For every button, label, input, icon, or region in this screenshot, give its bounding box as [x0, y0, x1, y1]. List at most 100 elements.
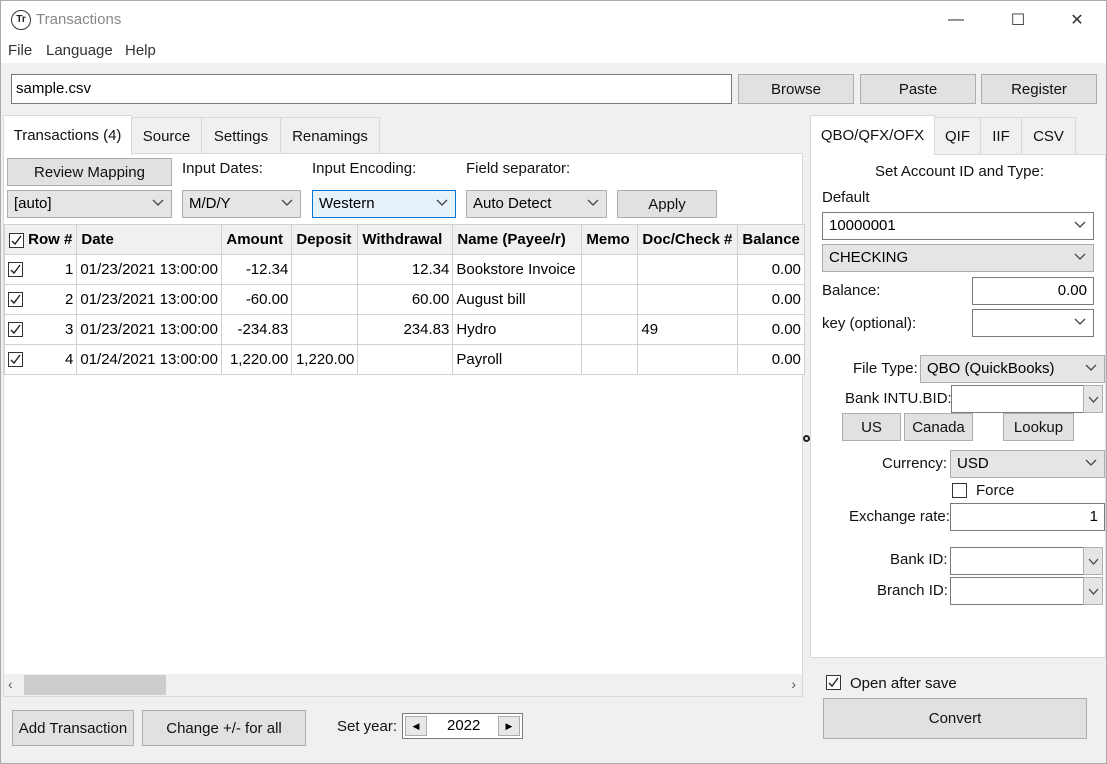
cell-withdrawal[interactable]: 60.00 [357, 284, 454, 315]
input-dates-select[interactable]: M/D/Y [182, 190, 301, 218]
year-value[interactable]: 2022 [447, 717, 480, 734]
year-spinner[interactable]: ◀ 2022 ▶ [402, 713, 523, 739]
tab-source[interactable]: Source [131, 117, 202, 155]
change-sign-button[interactable]: Change +/- for all [142, 710, 306, 746]
horizontal-scrollbar[interactable]: ‹ › [4, 674, 802, 696]
bank-intu-input[interactable] [951, 385, 1084, 413]
tab-qif[interactable]: QIF [934, 117, 981, 155]
bank-id-dropdown-button[interactable] [1083, 547, 1103, 575]
paste-button[interactable]: Paste [860, 74, 976, 104]
table-row[interactable]: 4 01/24/2021 13:00:00 1,220.00 1,220.00 Payr… [3, 344, 805, 375]
add-transaction-button[interactable]: Add Transaction [12, 710, 134, 746]
us-button[interactable]: US [842, 413, 901, 441]
cell-amount[interactable]: -234.83 [221, 314, 293, 345]
input-encoding-select[interactable]: Western [312, 190, 456, 218]
menu-language[interactable]: Language [46, 42, 113, 59]
select-all-checkbox[interactable] [9, 232, 24, 248]
bank-id-input[interactable] [950, 547, 1084, 575]
cell-name[interactable]: August bill [452, 284, 583, 315]
bank-intu-dropdown-button[interactable] [1083, 385, 1103, 413]
register-button[interactable]: Register [981, 74, 1097, 104]
cell-doc-check[interactable] [637, 284, 739, 315]
column-header-balance[interactable]: Balance [737, 224, 805, 255]
cell-deposit[interactable] [291, 284, 359, 315]
cell-withdrawal[interactable]: 12.34 [357, 254, 454, 285]
branch-id-dropdown-button[interactable] [1083, 577, 1103, 605]
review-mapping-button[interactable]: Review Mapping [7, 158, 172, 186]
field-separator-select[interactable]: Auto Detect [466, 190, 607, 218]
scroll-right-icon[interactable]: › [791, 676, 796, 692]
maximize-button[interactable]: ☐ [995, 5, 1041, 35]
cell-deposit[interactable]: 1,220.00 [291, 344, 359, 375]
account-type-select[interactable]: CHECKING [822, 244, 1094, 272]
balance-input[interactable]: 0.00 [972, 277, 1094, 305]
currency-select[interactable]: USD [950, 450, 1105, 478]
cell-balance[interactable]: 0.00 [737, 344, 805, 375]
menu-file[interactable]: File [8, 42, 32, 59]
year-increment-button[interactable]: ▶ [498, 716, 520, 736]
cell-amount[interactable]: -12.34 [221, 254, 293, 285]
cell-amount[interactable]: -60.00 [221, 284, 293, 315]
scrollbar-thumb[interactable] [24, 675, 166, 695]
file-path-input[interactable]: sample.csv [11, 74, 732, 104]
year-decrement-button[interactable]: ◀ [405, 716, 427, 736]
cell-balance[interactable]: 0.00 [737, 284, 805, 315]
cell-date[interactable]: 01/24/2021 13:00:00 [76, 344, 223, 375]
tab-transactions[interactable]: Transactions (4) [3, 115, 132, 155]
cell-row-number[interactable]: 2 [3, 284, 78, 315]
table-row[interactable]: 2 01/23/2021 13:00:00 -60.00 60.00 August bi… [3, 284, 805, 315]
table-row[interactable]: 3 01/23/2021 13:00:00 -234.83 234.83 Hydro 49… [3, 314, 805, 345]
scroll-left-icon[interactable]: ‹ [8, 676, 13, 692]
minimize-button[interactable]: — [933, 5, 979, 35]
cell-row-number[interactable]: 3 [3, 314, 78, 345]
tab-csv[interactable]: CSV [1021, 117, 1076, 155]
mapping-select[interactable]: [auto] [7, 190, 172, 218]
cell-memo[interactable] [581, 284, 639, 315]
cell-balance[interactable]: 0.00 [737, 254, 805, 285]
splitter-handle[interactable] [803, 435, 810, 442]
lookup-button[interactable]: Lookup [1003, 413, 1074, 441]
column-header-row-number[interactable]: Row # [3, 224, 78, 255]
tab-renamings[interactable]: Renamings [280, 117, 380, 155]
row-checkbox[interactable] [8, 352, 23, 367]
cell-memo[interactable] [581, 254, 639, 285]
cell-name[interactable]: Payroll [452, 344, 583, 375]
cell-withdrawal[interactable]: 234.83 [357, 314, 454, 345]
canada-button[interactable]: Canada [904, 413, 973, 441]
column-header-date[interactable]: Date [76, 224, 223, 255]
menu-help[interactable]: Help [125, 42, 156, 59]
apply-button[interactable]: Apply [617, 190, 717, 218]
force-checkbox[interactable] [952, 483, 967, 498]
row-checkbox[interactable] [8, 322, 23, 337]
browse-button[interactable]: Browse [738, 74, 854, 104]
file-type-select[interactable]: QBO (QuickBooks) [920, 355, 1105, 383]
branch-id-input[interactable] [950, 577, 1084, 605]
open-after-save-checkbox[interactable] [826, 675, 841, 690]
column-header-doc-check[interactable]: Doc/Check # [637, 224, 739, 255]
row-checkbox[interactable] [8, 292, 23, 307]
cell-amount[interactable]: 1,220.00 [221, 344, 293, 375]
cell-deposit[interactable] [291, 314, 359, 345]
tab-qbo-qfx-ofx[interactable]: QBO/QFX/OFX [810, 115, 935, 155]
cell-doc-check[interactable]: 49 [637, 314, 739, 345]
cell-row-number[interactable]: 4 [3, 344, 78, 375]
exchange-rate-input[interactable]: 1 [950, 503, 1105, 531]
account-id-select[interactable]: 10000001 [822, 212, 1094, 240]
column-header-memo[interactable]: Memo [581, 224, 639, 255]
cell-doc-check[interactable] [637, 254, 739, 285]
column-header-deposit[interactable]: Deposit [291, 224, 359, 255]
cell-memo[interactable] [581, 344, 639, 375]
cell-date[interactable]: 01/23/2021 13:00:00 [76, 314, 223, 345]
column-header-amount[interactable]: Amount [221, 224, 293, 255]
tab-settings[interactable]: Settings [201, 117, 281, 155]
cell-date[interactable]: 01/23/2021 13:00:00 [76, 284, 223, 315]
cell-doc-check[interactable] [637, 344, 739, 375]
convert-button[interactable]: Convert [823, 698, 1087, 739]
tab-iif[interactable]: IIF [980, 117, 1022, 155]
key-select[interactable] [972, 309, 1094, 337]
column-header-withdrawal[interactable]: Withdrawal [357, 224, 454, 255]
table-row[interactable]: 1 01/23/2021 13:00:00 -12.34 12.34 Bookstore… [3, 254, 805, 285]
cell-memo[interactable] [581, 314, 639, 345]
cell-row-number[interactable]: 1 [3, 254, 78, 285]
cell-balance[interactable]: 0.00 [737, 314, 805, 345]
